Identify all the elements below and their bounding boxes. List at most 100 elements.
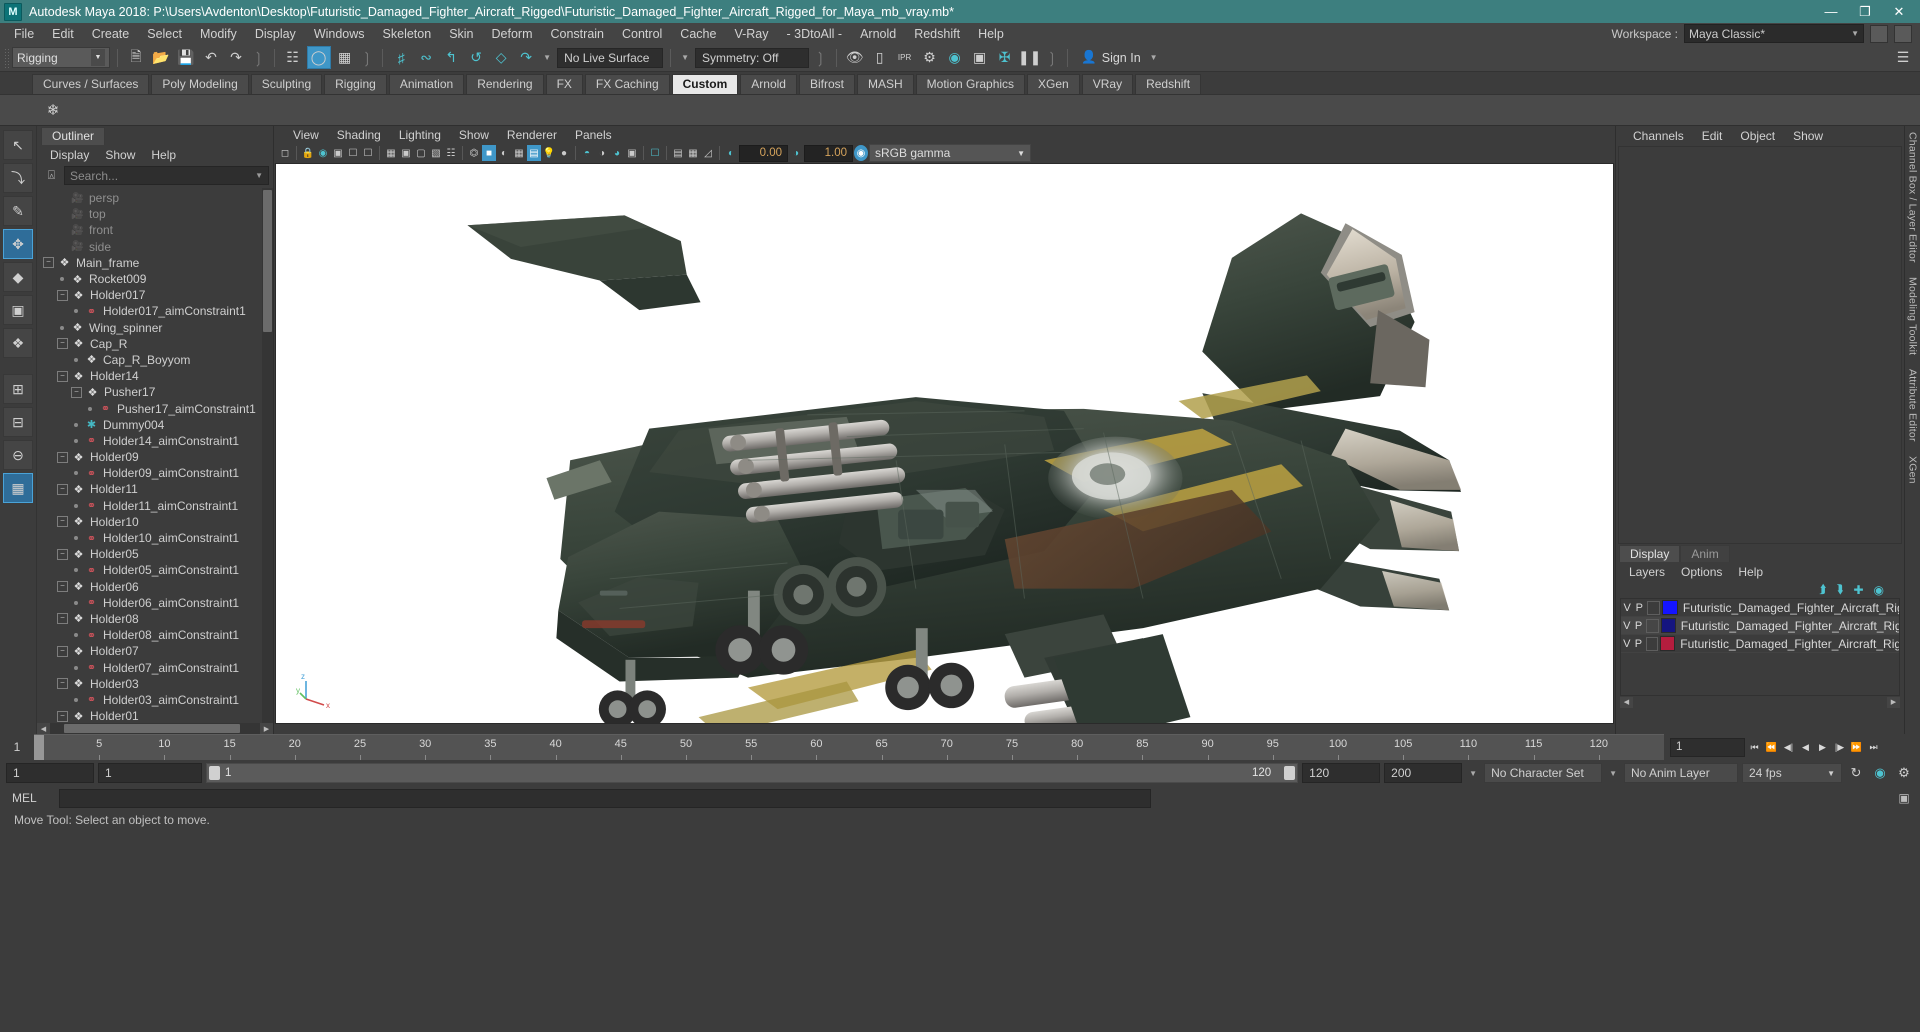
go-to-end-icon[interactable]: ⏭: [1866, 739, 1881, 756]
layer-playback-toggle[interactable]: P: [1633, 602, 1645, 614]
outliner-node[interactable]: ⚭ Pusher17_aimConstraint1: [37, 400, 273, 416]
expand-collapse-toggle[interactable]: −: [57, 338, 68, 350]
playback-loop-icon[interactable]: ↻: [1846, 764, 1866, 783]
outliner-node[interactable]: − ❖ Cap_R: [37, 336, 273, 352]
outliner-node[interactable]: ⚭ Holder07_aimConstraint1: [37, 659, 273, 675]
scrollbar-thumb[interactable]: [263, 190, 272, 332]
step-forward-key-icon[interactable]: ⏩: [1849, 739, 1864, 756]
layer-color-swatch[interactable]: [1660, 636, 1676, 651]
render-current-frame-icon[interactable]: 👁: [844, 47, 866, 68]
layer-visibility-toggle[interactable]: V: [1621, 620, 1633, 632]
outliner-node[interactable]: − ❖ Holder10: [37, 514, 273, 530]
step-back-key-icon[interactable]: ⏪: [1764, 739, 1779, 756]
use-default-lighting-icon[interactable]: 💡: [542, 145, 556, 161]
chevron-down-icon[interactable]: ▼: [1150, 53, 1158, 62]
outliner-node[interactable]: − ❖ Holder09: [37, 449, 273, 465]
new-layer-icon[interactable]: ✚: [1853, 583, 1863, 597]
fps-select[interactable]: 24 fps ▼: [1742, 763, 1842, 783]
display-layer-row[interactable]: V P Futuristic_Damaged_Fighter_Aircraft_Ri…: [1621, 599, 1899, 617]
play-backwards-icon[interactable]: ◀: [1798, 739, 1813, 756]
toolbar-more-icon[interactable]: ☰: [1892, 47, 1914, 68]
menu-3dtoall[interactable]: - 3DtoAll -: [777, 25, 851, 43]
outliner-node[interactable]: − ❖ Holder06: [37, 579, 273, 595]
exposure-value[interactable]: 0.00: [739, 144, 788, 162]
shelf-tab-fx[interactable]: FX: [545, 74, 583, 94]
outliner-node[interactable]: − ❖ Holder03: [37, 676, 273, 692]
outliner-node[interactable]: ✱ Dummy004: [37, 417, 273, 433]
viewport-menu-panels[interactable]: Panels: [566, 128, 621, 142]
vertical-tab-attribute-editor[interactable]: Attribute Editor: [1907, 369, 1919, 442]
display-layer-row[interactable]: V P Futuristic_Damaged_Fighter_Aircraft_Ri…: [1621, 635, 1899, 653]
outliner-node[interactable]: − ❖ Holder05: [37, 546, 273, 562]
lasso-tool[interactable]: ⤵: [3, 163, 33, 193]
new-layer-from-selected-icon[interactable]: ◉: [1874, 583, 1884, 597]
expand-collapse-toggle[interactable]: −: [57, 370, 68, 382]
rotate-tool[interactable]: ◆: [3, 262, 33, 292]
move-layer-down-icon[interactable]: ⮯: [1836, 582, 1843, 597]
snap-to-grid-icon[interactable]: ♯: [390, 47, 412, 68]
chevron-down-icon[interactable]: ▼: [1466, 769, 1480, 778]
exposure-icon[interactable]: ◐: [724, 145, 738, 161]
wireframe-on-shaded-icon[interactable]: ▦: [512, 145, 526, 161]
scroll-right-icon[interactable]: ▶: [1887, 696, 1900, 708]
shelf-tab-animation[interactable]: Animation: [388, 74, 465, 94]
menu-cache[interactable]: Cache: [671, 25, 725, 43]
expand-collapse-toggle[interactable]: −: [57, 710, 68, 722]
layer-state-toggle[interactable]: [1646, 618, 1659, 633]
shelf-tab-poly-modeling[interactable]: Poly Modeling: [151, 74, 249, 94]
two-pane-layout-icon[interactable]: ⊟: [3, 407, 33, 437]
outliner-node[interactable]: − ❖ Holder07: [37, 643, 273, 659]
vertical-tab-channel-box-layer-editor[interactable]: Channel Box / Layer Editor: [1907, 132, 1919, 263]
outliner-tab[interactable]: Outliner: [41, 127, 106, 145]
menu-v-ray[interactable]: V-Ray: [725, 25, 777, 43]
range-start-field[interactable]: 1: [98, 763, 202, 783]
channelbox-menu-show[interactable]: Show: [1784, 129, 1832, 143]
step-forward-frame-icon[interactable]: |▶: [1832, 739, 1847, 756]
outliner-node[interactable]: ⚭ Holder05_aimConstraint1: [37, 562, 273, 578]
outliner-node[interactable]: ⚭ Holder09_aimConstraint1: [37, 465, 273, 481]
select-by-component-icon[interactable]: ▦: [334, 47, 356, 68]
step-back-frame-icon[interactable]: ◀|: [1781, 739, 1796, 756]
four-pane-layout-icon[interactable]: ⊖: [3, 440, 33, 470]
layer-menu-layers[interactable]: Layers: [1621, 565, 1673, 579]
expand-collapse-toggle[interactable]: −: [43, 257, 54, 269]
gate-mask-icon[interactable]: ▧: [429, 145, 443, 161]
layer-tab-anim[interactable]: Anim: [1680, 545, 1730, 562]
menu-create[interactable]: Create: [83, 25, 139, 43]
symmetry-field[interactable]: Symmetry: Off: [695, 47, 809, 68]
ipr-render-icon[interactable]: IPR: [894, 47, 916, 68]
vertical-tab-modeling-toolkit[interactable]: Modeling Toolkit: [1907, 277, 1919, 355]
shelf-tab-curves-surfaces[interactable]: Curves / Surfaces: [32, 74, 150, 94]
persp-layout-icon[interactable]: ▦: [3, 473, 33, 503]
auto-key-icon[interactable]: ◉: [1870, 764, 1890, 783]
select-tool[interactable]: ↖: [3, 130, 33, 160]
layer-playback-toggle[interactable]: P: [1633, 620, 1645, 632]
resolution-gate-icon[interactable]: ▢: [414, 145, 428, 161]
outliner-menu-help[interactable]: Help: [143, 148, 184, 162]
outliner-vertical-scrollbar[interactable]: [262, 188, 273, 723]
select-hierarchy-icon[interactable]: ⍓: [43, 167, 60, 184]
menu-arnold[interactable]: Arnold: [851, 25, 905, 43]
search-input[interactable]: Search... ▼: [64, 166, 269, 185]
menu-redshift[interactable]: Redshift: [905, 25, 969, 43]
expand-collapse-toggle[interactable]: −: [57, 548, 68, 560]
expand-collapse-toggle[interactable]: −: [57, 451, 68, 463]
chevron-down-icon[interactable]: ▼: [681, 53, 689, 62]
snap-to-point-icon[interactable]: ↰: [440, 47, 462, 68]
animation-preferences-icon[interactable]: ⚙: [1894, 764, 1914, 783]
time-slider[interactable]: 5 10 15 20 25 30 35 40 45 50 55 60 65 70 75 80 85 90 95 100…: [34, 734, 1664, 760]
shelf-menu-button[interactable]: [4, 72, 32, 94]
character-set-select[interactable]: No Character Set: [1484, 763, 1603, 783]
multisample-aa-icon[interactable]: ◕: [610, 145, 624, 161]
maximize-button[interactable]: ❐: [1848, 0, 1882, 23]
channel-box-body[interactable]: [1618, 146, 1902, 544]
snap-to-projected-center-icon[interactable]: ↺: [465, 47, 487, 68]
menu-modify[interactable]: Modify: [191, 25, 246, 43]
go-to-start-icon[interactable]: ⏮: [1747, 739, 1762, 756]
xray-icon[interactable]: ▤: [671, 145, 685, 161]
color-profile-select[interactable]: sRGB gamma ▼: [869, 144, 1031, 162]
make-live-icon[interactable]: ↷: [515, 47, 537, 68]
range-end-field[interactable]: 120: [1302, 763, 1381, 783]
select-by-object-icon[interactable]: ◯: [306, 46, 331, 69]
outliner-node[interactable]: ⚭ Holder017_aimConstraint1: [37, 303, 273, 319]
